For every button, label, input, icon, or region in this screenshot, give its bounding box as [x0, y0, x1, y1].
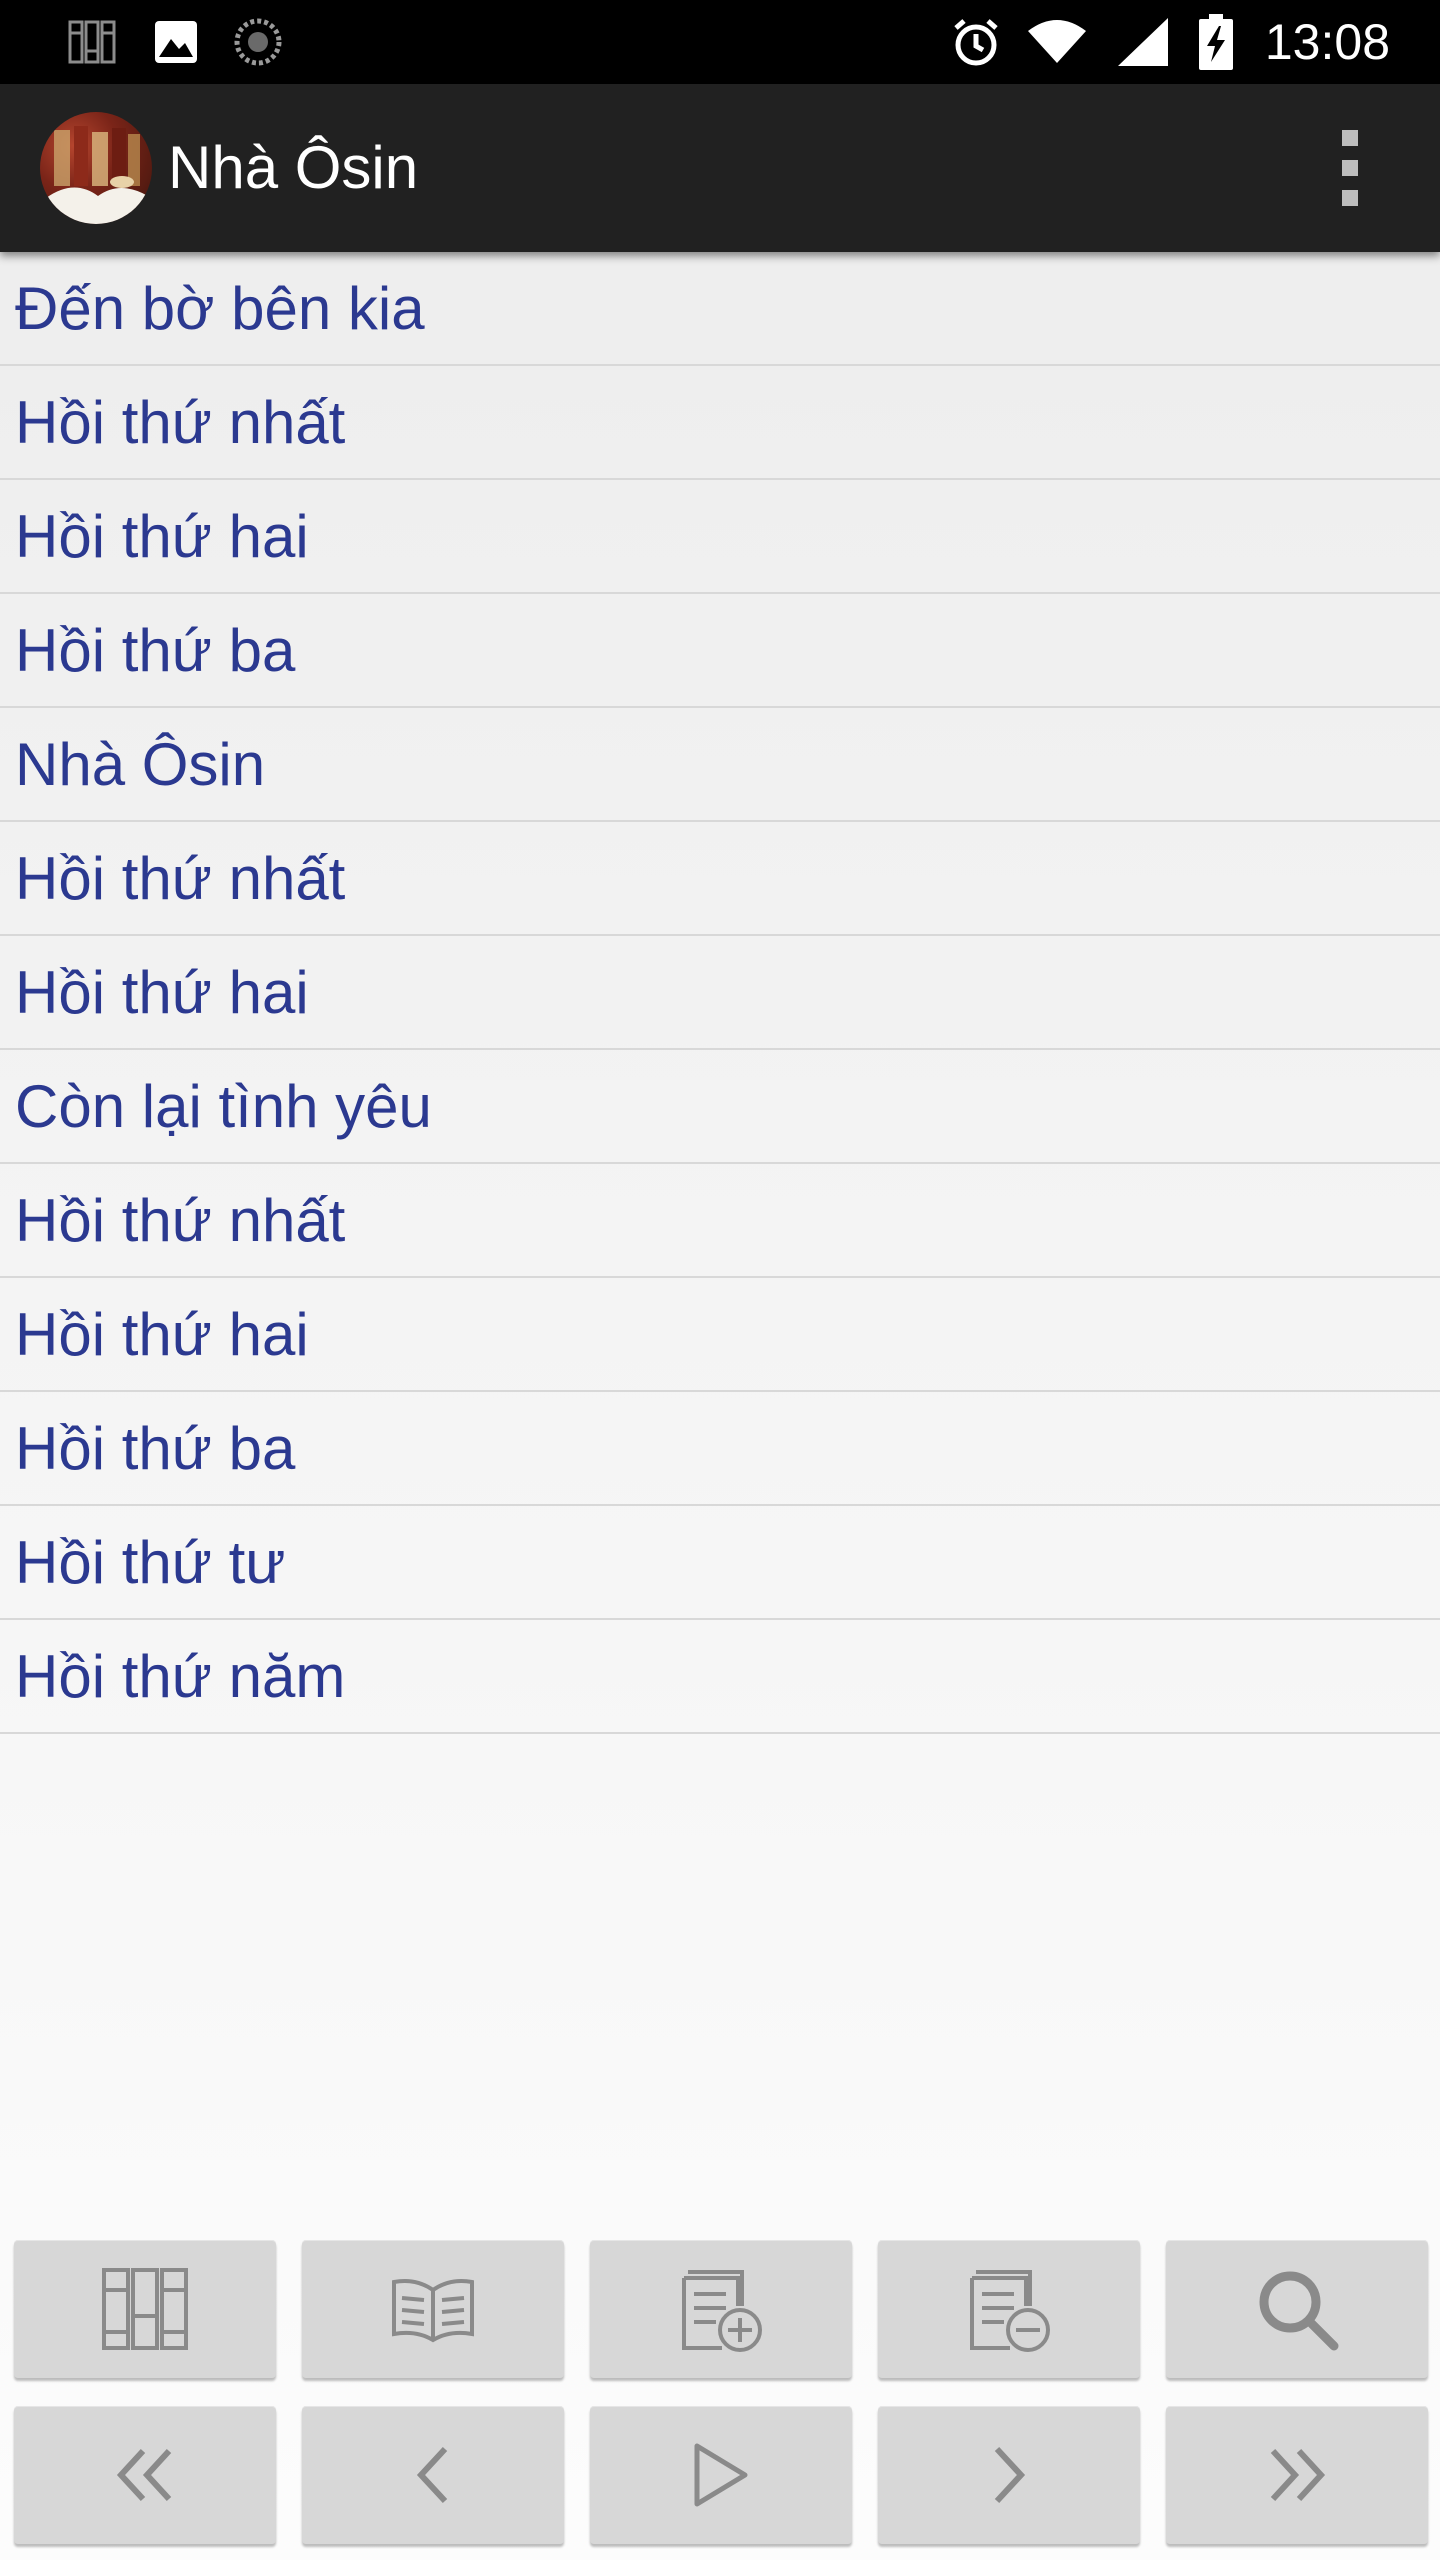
last-chapter-icon: [1270, 2448, 1326, 2502]
chapter-item[interactable]: Hồi thứ hai: [0, 1278, 1440, 1392]
status-time: 13:08: [1264, 14, 1390, 70]
alarm-icon: [948, 14, 1004, 70]
last-chapter-button[interactable]: [1166, 2406, 1428, 2544]
signal-icon: [1114, 14, 1172, 70]
chapter-item[interactable]: Hồi thứ ba: [0, 1392, 1440, 1506]
first-chapter-icon: [116, 2448, 172, 2502]
chapter-list: Đến bờ bên kia Hồi thứ nhất Hồi thứ hai …: [0, 252, 1440, 1734]
library-button[interactable]: [14, 2240, 276, 2378]
play-button[interactable]: [590, 2406, 852, 2544]
open-book-button[interactable]: [302, 2240, 564, 2378]
battery-charging-icon: [1196, 14, 1236, 70]
chapter-item[interactable]: Hồi thứ tư: [0, 1506, 1440, 1620]
open-book-icon: [392, 2279, 474, 2343]
app-bar: Nhà Ôsin: [0, 84, 1440, 252]
chapter-item[interactable]: Còn lại tình yêu: [0, 1050, 1440, 1164]
chapter-item[interactable]: Hồi thứ nhất: [0, 1164, 1440, 1278]
chapter-item[interactable]: Hồi thứ nhất: [0, 366, 1440, 480]
books-notification-icon: [64, 14, 120, 70]
chapter-item[interactable]: Hồi thứ năm: [0, 1620, 1440, 1734]
play-icon: [694, 2443, 748, 2507]
chapter-item[interactable]: Hồi thứ ba: [0, 594, 1440, 708]
add-bookmark-button[interactable]: [590, 2240, 852, 2378]
chapter-item[interactable]: Hồi thứ hai: [0, 936, 1440, 1050]
next-icon: [994, 2446, 1026, 2504]
previous-button[interactable]: [302, 2406, 564, 2544]
chapter-item[interactable]: Nhà Ôsin: [0, 708, 1440, 822]
library-icon: [102, 2268, 188, 2350]
app-title: Nhà Ôsin: [168, 134, 419, 201]
chapter-item[interactable]: Đến bờ bên kia: [0, 252, 1440, 366]
status-bar: 13:08: [0, 0, 1440, 84]
search-icon: [1259, 2271, 1339, 2351]
add-bookmark-icon: [682, 2270, 762, 2352]
remove-bookmark-icon: [970, 2270, 1050, 2352]
next-button[interactable]: [878, 2406, 1140, 2544]
chapter-item[interactable]: Hồi thứ nhất: [0, 822, 1440, 936]
chapter-item[interactable]: Hồi thứ hai: [0, 480, 1440, 594]
overflow-menu-icon[interactable]: [1330, 130, 1370, 206]
search-button[interactable]: [1166, 2240, 1428, 2378]
sync-notification-icon: [232, 14, 284, 70]
previous-icon: [416, 2446, 448, 2504]
remove-bookmark-button[interactable]: [878, 2240, 1140, 2378]
first-chapter-button[interactable]: [14, 2406, 276, 2544]
wifi-icon: [1024, 14, 1090, 70]
book-logo-icon[interactable]: [40, 112, 152, 224]
image-notification-icon: [150, 14, 202, 70]
